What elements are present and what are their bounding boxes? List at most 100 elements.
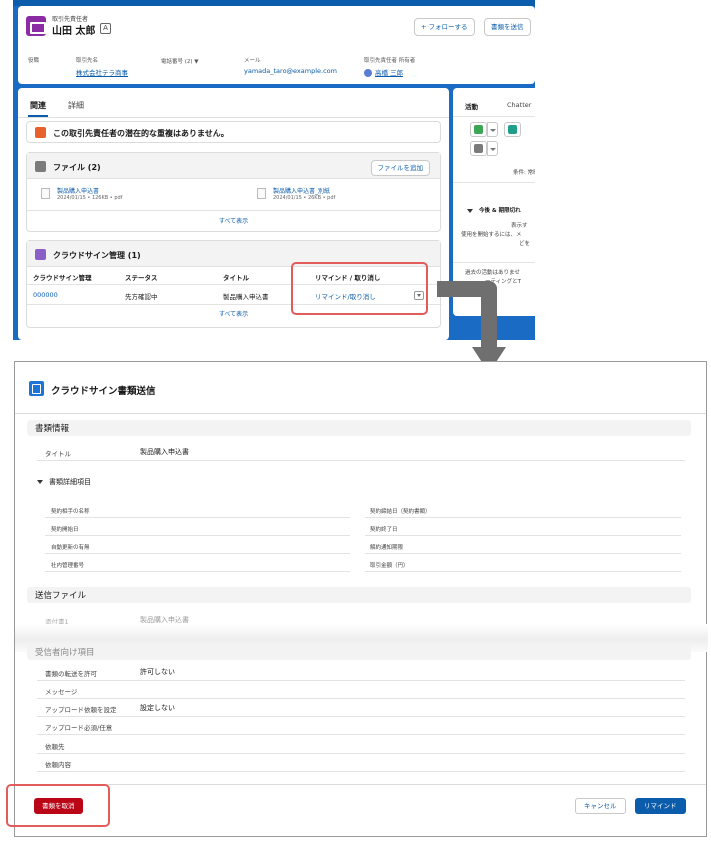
owner-link[interactable]: 高橋 三郎 — [364, 67, 403, 77]
screenshot-canvas: 取引先責任者 山田 太郎 A + フォローする 書類を送信 役職 取引先名 株式… — [0, 0, 711, 841]
divider — [365, 517, 681, 518]
section-recipient[interactable]: 受信者向け項目 — [27, 644, 691, 660]
connector-arrow — [481, 281, 497, 351]
chevron-down-icon — [37, 480, 43, 484]
detail-field-label: 契約開始日 — [51, 527, 79, 533]
divider — [365, 553, 681, 554]
footer-divider — [15, 784, 706, 785]
email-link[interactable]: yamada_taro@example.com — [244, 67, 337, 75]
divider — [37, 734, 685, 735]
pdf-file-icon — [257, 188, 266, 199]
email-button[interactable] — [470, 141, 487, 156]
field-label-title: 役職 — [28, 58, 40, 64]
tab-details[interactable]: 詳細 — [68, 100, 84, 111]
contact-icon — [26, 16, 46, 36]
phone-dropdown[interactable]: 電話番号 (2) ▼ — [161, 57, 199, 65]
cloudsign-icon — [35, 249, 46, 260]
column-header: タイトル — [223, 274, 249, 282]
divider — [45, 553, 350, 554]
divider — [453, 116, 535, 117]
divider — [45, 571, 350, 572]
modal-title: クラウドサイン書類送信 — [51, 386, 156, 397]
section-doc-info[interactable]: 書類情報 — [27, 420, 691, 436]
document-send-icon — [29, 381, 44, 396]
record-name: 山田 太郎 — [52, 26, 96, 37]
column-header: ステータス — [125, 274, 158, 282]
cloudsign-title: クラウドサイン管理 (1) — [53, 251, 141, 260]
recipient-field-value: 設定しない — [140, 704, 175, 712]
detail-field-label: 取引金額（円） — [370, 563, 409, 569]
section-label: 受信者向け項目 — [35, 648, 95, 658]
divider — [365, 535, 681, 536]
recipient-field-label: 書類の転送を許可 — [45, 670, 97, 678]
activity-filter[interactable]: 条件: 常時 — [513, 168, 535, 176]
file-item-name[interactable]: 製品購入申込書 — [57, 186, 99, 195]
recipient-field-label: アップロード依頼を設定 — [45, 706, 117, 714]
cloudsign-send-modal: クラウドサイン書類送信 書類情報 タイトル 製品購入申込書 書類詳細項目 契約相… — [14, 361, 708, 837]
recipient-field-label: アップロード必須/任意 — [45, 724, 113, 732]
divider — [37, 460, 685, 461]
pdf-file-icon — [41, 188, 50, 199]
file-item-meta: 2024/01/15 • 126KB • pdf — [57, 195, 123, 201]
detail-field-label: 自動更新の有無 — [51, 545, 90, 551]
highlight-remind-column — [291, 262, 428, 315]
add-file-button[interactable]: ファイルを追加 — [370, 160, 430, 176]
account-link[interactable]: 株式会社テラ商事 — [76, 67, 128, 77]
files-title: ファイル (2) — [53, 163, 101, 172]
divider — [37, 771, 685, 772]
divider — [453, 182, 535, 183]
empty-state-text: どを — [519, 241, 531, 247]
field-label-email: メール — [244, 58, 261, 64]
file-item-name[interactable]: 製品購入申込書_別紙 — [273, 186, 330, 195]
title-cell: 製品購入申込書 — [223, 293, 269, 301]
tab-related[interactable]: 関連 — [28, 100, 48, 117]
divider — [365, 571, 681, 572]
detail-field-label: 契約締結日（契約書類） — [370, 509, 431, 515]
follow-button[interactable]: + フォローする — [414, 18, 475, 36]
send-document-button[interactable]: 書類を送信 — [484, 18, 531, 36]
file-item-meta: 2024/01/15 • 26KB • pdf — [273, 195, 336, 201]
duplicate-text: この取引先責任者の潜在的な重複はありません。 — [53, 129, 229, 138]
file-icon — [35, 161, 46, 172]
detail-section-toggle[interactable]: 書類詳細項目 — [37, 477, 91, 487]
detail-field-label: 契約終了日 — [370, 527, 398, 533]
cloudsign-record-link[interactable]: 000000 — [33, 291, 58, 299]
chevron-down-icon — [467, 208, 473, 213]
detail-field-label: 社内管理番号 — [51, 563, 85, 569]
empty-state-text: 表示す — [511, 223, 528, 229]
title-label: タイトル — [45, 450, 71, 458]
record-highlights: 取引先責任者 山田 太郎 A + フォローする 書類を送信 役職 取引先名 株式… — [18, 6, 535, 84]
cancel-button[interactable]: キャンセル — [575, 798, 626, 814]
field-label-owner: 取引先責任者 所有者 — [364, 58, 416, 64]
divider — [27, 210, 442, 211]
divider — [45, 517, 350, 518]
tab-activity[interactable]: 活動 — [465, 101, 478, 111]
modal-header: クラウドサイン書類送信 — [15, 362, 706, 414]
new-task-dropdown[interactable] — [487, 122, 498, 137]
files-show-all-link[interactable]: すべて表示 — [27, 216, 440, 225]
tab-chatter[interactable]: Chatter — [507, 101, 531, 109]
log-call-button[interactable] — [504, 122, 521, 137]
duplicate-icon — [35, 127, 46, 138]
remind-button[interactable]: リマインド — [635, 798, 686, 814]
recipient-field-label: 依頼先 — [45, 743, 65, 751]
recipient-field-value: 許可しない — [140, 668, 175, 676]
new-task-button[interactable] — [470, 122, 487, 137]
section-label: 送信ファイル — [35, 591, 87, 601]
email-dropdown[interactable] — [487, 141, 498, 156]
divider — [37, 753, 685, 754]
detail-field-label: 契約相手の名称 — [51, 509, 90, 515]
section-label: 書類情報 — [35, 424, 70, 434]
upcoming-toggle[interactable]: 今後 & 期限切れ — [467, 206, 521, 214]
title-value: 製品購入申込書 — [140, 448, 189, 456]
highlight-cancel-document — [6, 784, 110, 827]
column-header: クラウドサイン管理 — [33, 274, 92, 282]
divider — [37, 716, 685, 717]
section-send-files[interactable]: 送信ファイル — [27, 587, 691, 603]
record-badge: A — [100, 23, 111, 34]
recipient-field-label: メッセージ — [45, 688, 78, 696]
divider — [37, 680, 685, 681]
status-cell: 先方確認中 — [125, 293, 158, 301]
field-label-account: 取引先名 — [76, 58, 99, 64]
files-panel: ファイル (2) ファイルを追加 製品購入申込書 2024/01/15 • 12… — [26, 152, 442, 232]
